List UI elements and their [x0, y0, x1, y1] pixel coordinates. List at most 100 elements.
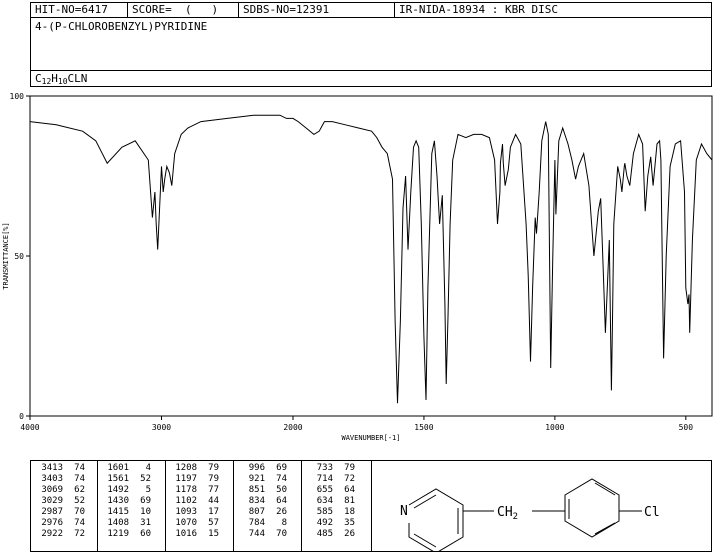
peak-row: 921 74 — [237, 474, 287, 485]
peak-wavenumber: 733 — [316, 463, 333, 473]
peak-transmittance: 62 — [74, 485, 85, 495]
peak-wavenumber: 1102 — [175, 496, 197, 506]
peak-row: 3413 74 — [35, 463, 85, 474]
peak-transmittance: 79 — [208, 474, 219, 484]
y-tick-label: 100 — [10, 92, 25, 101]
formula-carbon: C — [35, 72, 42, 85]
peak-wavenumber: 1197 — [175, 474, 197, 484]
peak-transmittance: 8 — [281, 518, 287, 528]
peak-wavenumber: 1219 — [107, 529, 129, 539]
peak-column: 1208 79 1197 79 1178 77 1102 44 1093 17 1070 57 1016… — [169, 463, 219, 540]
peak-wavenumber: 585 — [316, 507, 333, 517]
peak-row: 714 72 — [305, 474, 355, 485]
peak-transmittance: 69 — [140, 496, 151, 506]
peak-row: 1016 15 — [169, 529, 219, 540]
column-divider — [97, 461, 98, 551]
hit-number: HIT-NO=6417 — [35, 3, 108, 16]
nitrogen-label: N — [400, 504, 408, 519]
peak-row: 834 64 — [237, 496, 287, 507]
peak-wavenumber: 2976 — [41, 518, 63, 528]
peak-column: 733 79 714 72 655 64 634 81 585 18 492 35 485 26 — [305, 463, 355, 540]
peak-row: 851 50 — [237, 485, 287, 496]
peak-row: 3029 52 — [35, 496, 85, 507]
peak-transmittance: 69 — [276, 463, 287, 473]
peak-wavenumber: 1601 — [107, 463, 129, 473]
peak-row: 1408 31 — [101, 518, 151, 529]
peak-transmittance: 74 — [74, 463, 85, 473]
y-tick-label: 0 — [19, 412, 24, 421]
peak-wavenumber: 1415 — [107, 507, 129, 517]
chlorophenyl-ring — [564, 478, 620, 538]
formula-rest: CLN — [67, 72, 88, 85]
pyridine-ring — [408, 488, 464, 554]
peak-transmittance: 70 — [74, 507, 85, 517]
peak-row: 1093 17 — [169, 507, 219, 518]
peak-row: 1492 5 — [101, 485, 151, 496]
peak-row: 1430 69 — [101, 496, 151, 507]
peak-row: 1197 79 — [169, 474, 219, 485]
axis-ticks: 4000 3000 2000 1500 1000 500100500 — [10, 92, 694, 432]
peak-row: 807 26 — [237, 507, 287, 518]
peak-transmittance: 5 — [145, 485, 151, 495]
column-divider — [165, 461, 166, 551]
peak-transmittance: 18 — [344, 507, 355, 517]
column-divider — [233, 461, 234, 551]
peak-wavenumber: 2987 — [41, 507, 63, 517]
peak-row: 733 79 — [305, 463, 355, 474]
peak-wavenumber: 3403 — [41, 474, 63, 484]
peak-row: 3403 74 — [35, 474, 85, 485]
peak-row: 1102 44 — [169, 496, 219, 507]
peak-transmittance: 15 — [208, 529, 219, 539]
peak-row: 744 70 — [237, 529, 287, 540]
peak-wavenumber: 1208 — [175, 463, 197, 473]
peak-transmittance: 57 — [208, 518, 219, 528]
column-divider — [301, 461, 302, 551]
spectrum-header: HIT-NO=6417 SCORE= ( ) SDBS-NO=12391 IR-… — [30, 2, 712, 18]
peak-row: 2976 74 — [35, 518, 85, 529]
peak-transmittance: 72 — [344, 474, 355, 484]
peak-row: 1561 52 — [101, 474, 151, 485]
peak-row: 996 69 — [237, 463, 287, 474]
peak-wavenumber: 1016 — [175, 529, 197, 539]
peak-wavenumber: 634 — [316, 496, 333, 506]
peak-wavenumber: 3413 — [41, 463, 63, 473]
structure-panel: N CH2 Cl — [372, 460, 712, 554]
peak-wavenumber: 851 — [248, 485, 265, 495]
chlorine-label: Cl — [644, 505, 660, 520]
divider — [31, 70, 711, 71]
y-tick-label: 50 — [14, 252, 24, 261]
peak-transmittance: 77 — [208, 485, 219, 495]
peak-row: 485 26 — [305, 529, 355, 540]
peak-wavenumber: 996 — [248, 463, 265, 473]
peak-transmittance: 70 — [276, 529, 287, 539]
peak-row: 1219 60 — [101, 529, 151, 540]
peak-row: 1208 79 — [169, 463, 219, 474]
peak-transmittance: 72 — [74, 529, 85, 539]
chemical-structure: N CH2 Cl — [400, 478, 660, 554]
peak-transmittance: 10 — [140, 507, 151, 517]
peak-wavenumber: 1408 — [107, 518, 129, 528]
peak-transmittance: 64 — [344, 485, 355, 495]
ir-spectrum-chart: 4000 3000 2000 1500 1000 500100500 TRANSMITTA… — [2, 92, 713, 442]
peak-wavenumber: 744 — [248, 529, 265, 539]
peak-wavenumber: 921 — [248, 474, 265, 484]
peak-transmittance: 31 — [140, 518, 151, 528]
peak-transmittance: 79 — [344, 463, 355, 473]
peak-transmittance: 4 — [145, 463, 151, 473]
formula-hydrogen-count: 10 — [57, 77, 68, 86]
peak-wavenumber: 2922 — [41, 529, 63, 539]
peak-row: 492 35 — [305, 518, 355, 529]
peak-wavenumber: 1492 — [107, 485, 129, 495]
peak-transmittance: 26 — [344, 529, 355, 539]
peak-wavenumber: 807 — [248, 507, 265, 517]
x-tick-label: 2000 — [283, 423, 302, 432]
formula-carbon-count: 12 — [41, 77, 52, 86]
peak-transmittance: 81 — [344, 496, 355, 506]
peak-transmittance: 44 — [208, 496, 219, 506]
peak-transmittance: 17 — [208, 507, 219, 517]
peak-transmittance: 52 — [74, 496, 85, 506]
transmittance-curve — [29, 114, 713, 404]
peak-row: 2922 72 — [35, 529, 85, 540]
peak-wavenumber: 1561 — [107, 474, 129, 484]
peak-transmittance: 60 — [140, 529, 151, 539]
